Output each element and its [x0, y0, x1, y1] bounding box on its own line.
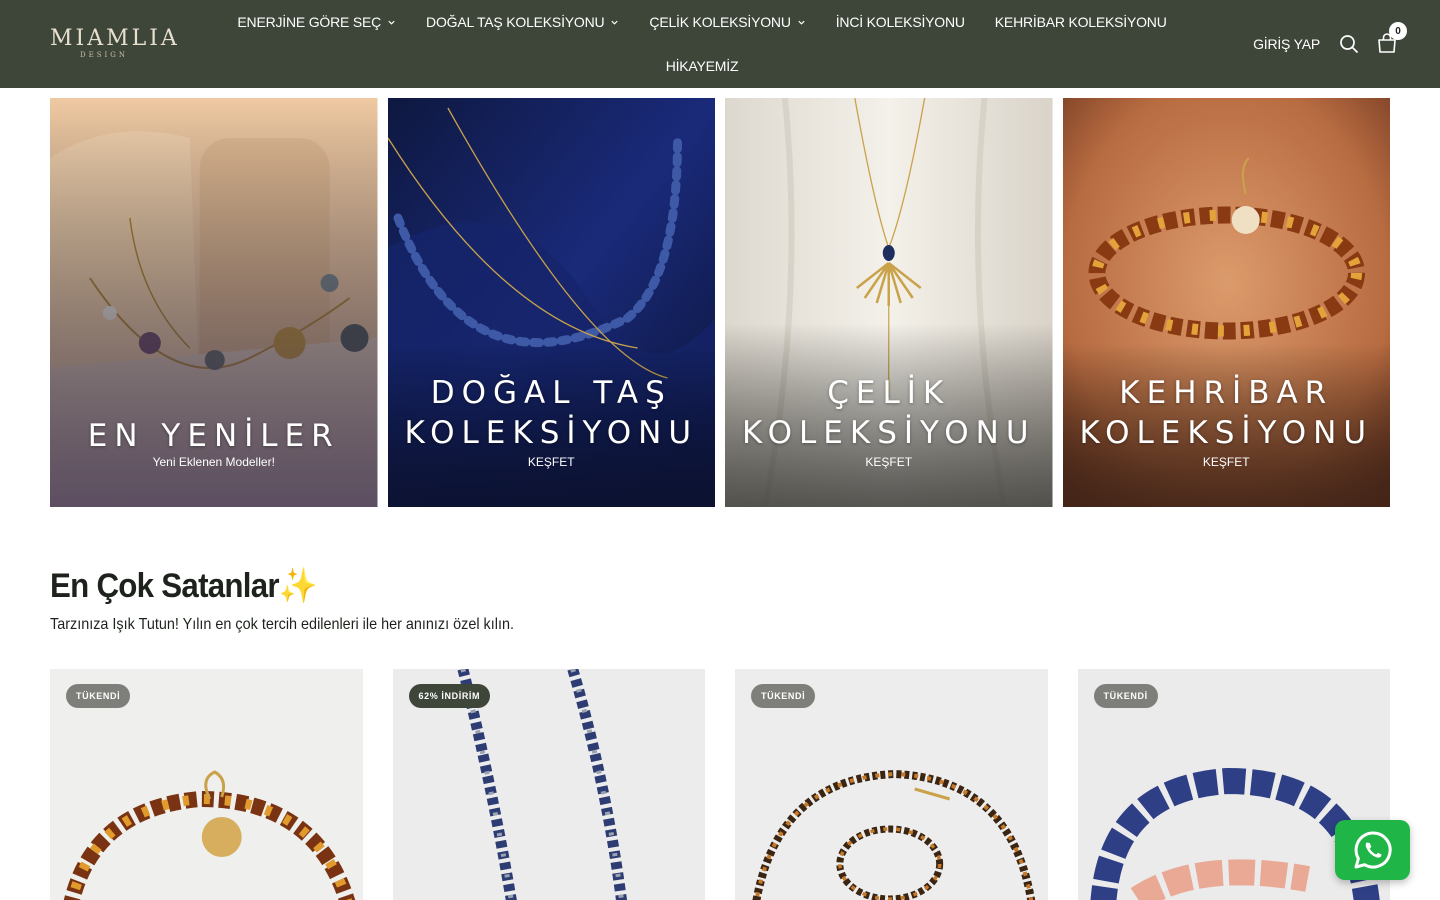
nav-item-label: ENERJİNE GÖRE SEÇ [237, 14, 382, 30]
banner-title-line2: KOLEKSİYONU [404, 415, 699, 451]
search-icon[interactable] [1338, 33, 1360, 55]
banner-subtitle: Yeni Eklenen Modeller! [152, 455, 275, 469]
banner-kehribar[interactable]: KEHRİBAR KOLEKSİYONU KEŞFET [1062, 98, 1390, 507]
section-title: En Çok Satanlar✨ [50, 567, 318, 605]
nav-item-label: İNCİ KOLEKSİYONU [835, 14, 965, 30]
chevron-down-icon [798, 20, 805, 25]
status-badge: TÜKENDİ [751, 684, 816, 708]
nav-item-label: KEHRİBAR KOLEKSİYONU [994, 14, 1167, 30]
product-card[interactable]: 62% İNDİRİM [392, 669, 705, 900]
banner-title-line2: KOLEKSİYONU [741, 415, 1036, 451]
nav-row-secondary: HİKAYEMİZ [262, 55, 1142, 77]
banner-subtitle: KEŞFET [1202, 455, 1250, 469]
nav-item-enerjine-gore-sec[interactable]: ENERJİNE GÖRE SEÇ [222, 11, 411, 33]
login-link[interactable]: GİRİŞ YAP [1253, 36, 1320, 52]
nav-item-dogal-tas[interactable]: DOĞAL TAŞ KOLEKSİYONU [411, 11, 634, 33]
nav-item-celik[interactable]: ÇELİK KOLEKSİYONU [634, 11, 820, 33]
banner-title-line1: ÇELİK [827, 375, 951, 411]
status-badge: TÜKENDİ [1093, 684, 1158, 708]
cart-button[interactable]: 0 [1376, 22, 1407, 56]
banner-celik[interactable]: ÇELİK KOLEKSİYONU KEŞFET [725, 98, 1053, 507]
banner-subtitle: KEŞFET [527, 455, 575, 469]
whatsapp-chat-button[interactable] [1335, 820, 1410, 880]
logo-wordmark: MIAMLIA [50, 26, 180, 51]
section-subtitle: Tarzınıza Işık Tutun! Yılın en çok terci… [50, 616, 514, 633]
nav-item-label: DOĞAL TAŞ KOLEKSİYONU [426, 14, 605, 30]
collection-banners: EN YENİLER Yeni Eklenen Modeller! DOĞAL … [50, 98, 1390, 507]
product-card[interactable]: TÜKENDİ [735, 669, 1048, 900]
banner-title-line2: KOLEKSİYONU [1079, 415, 1374, 451]
nav-row-primary: ENERJİNE GÖRE SEÇ DOĞAL TAŞ KOLEKSİYONU … [237, 11, 1166, 33]
site-header: MIAMLIA DESIGN ENERJİNE GÖRE SEÇ DOĞAL T… [0, 0, 1440, 88]
status-badge: TÜKENDİ [66, 684, 131, 708]
nav-item-inci[interactable]: İNCİ KOLEKSİYONU [821, 11, 980, 33]
nav-item-label: ÇELİK KOLEKSİYONU [649, 14, 791, 30]
cart-count-badge: 0 [1389, 22, 1407, 40]
nav-item-label: HİKAYEMİZ [665, 58, 739, 74]
banner-title: EN YENİLER [87, 418, 340, 454]
discount-badge: 62% İNDİRİM [408, 684, 491, 708]
logo-subtitle: DESIGN [80, 51, 128, 59]
nav-item-hikayemiz[interactable]: HİKAYEMİZ [651, 55, 754, 77]
whatsapp-icon [1354, 831, 1392, 869]
product-card[interactable]: TÜKENDİ [50, 669, 363, 900]
banner-en-yeniler[interactable]: EN YENİLER Yeni Eklenen Modeller! [50, 98, 378, 507]
chevron-down-icon [611, 20, 619, 25]
main-nav: ENERJİNE GÖRE SEÇ DOĞAL TAŞ KOLEKSİYONU … [237, 0, 1166, 88]
header-actions: GİRİŞ YAP 0 [1253, 22, 1407, 60]
banner-dogal-tas[interactable]: DOĞAL TAŞ KOLEKSİYONU KEŞFET [387, 98, 715, 507]
product-grid: TÜKENDİ 62% İNDİRİM TÜKENDİ TÜKENDİ [50, 669, 1390, 900]
brand-logo[interactable]: MIAMLIA DESIGN [50, 26, 177, 62]
banner-subtitle: KEŞFET [865, 455, 913, 469]
chevron-down-icon [388, 20, 395, 25]
nav-item-kehribar[interactable]: KEHRİBAR KOLEKSİYONU [980, 11, 1182, 33]
banner-title-line1: DOĞAL TAŞ [430, 375, 672, 411]
banner-title-line1: KEHRİBAR [1119, 375, 1334, 411]
